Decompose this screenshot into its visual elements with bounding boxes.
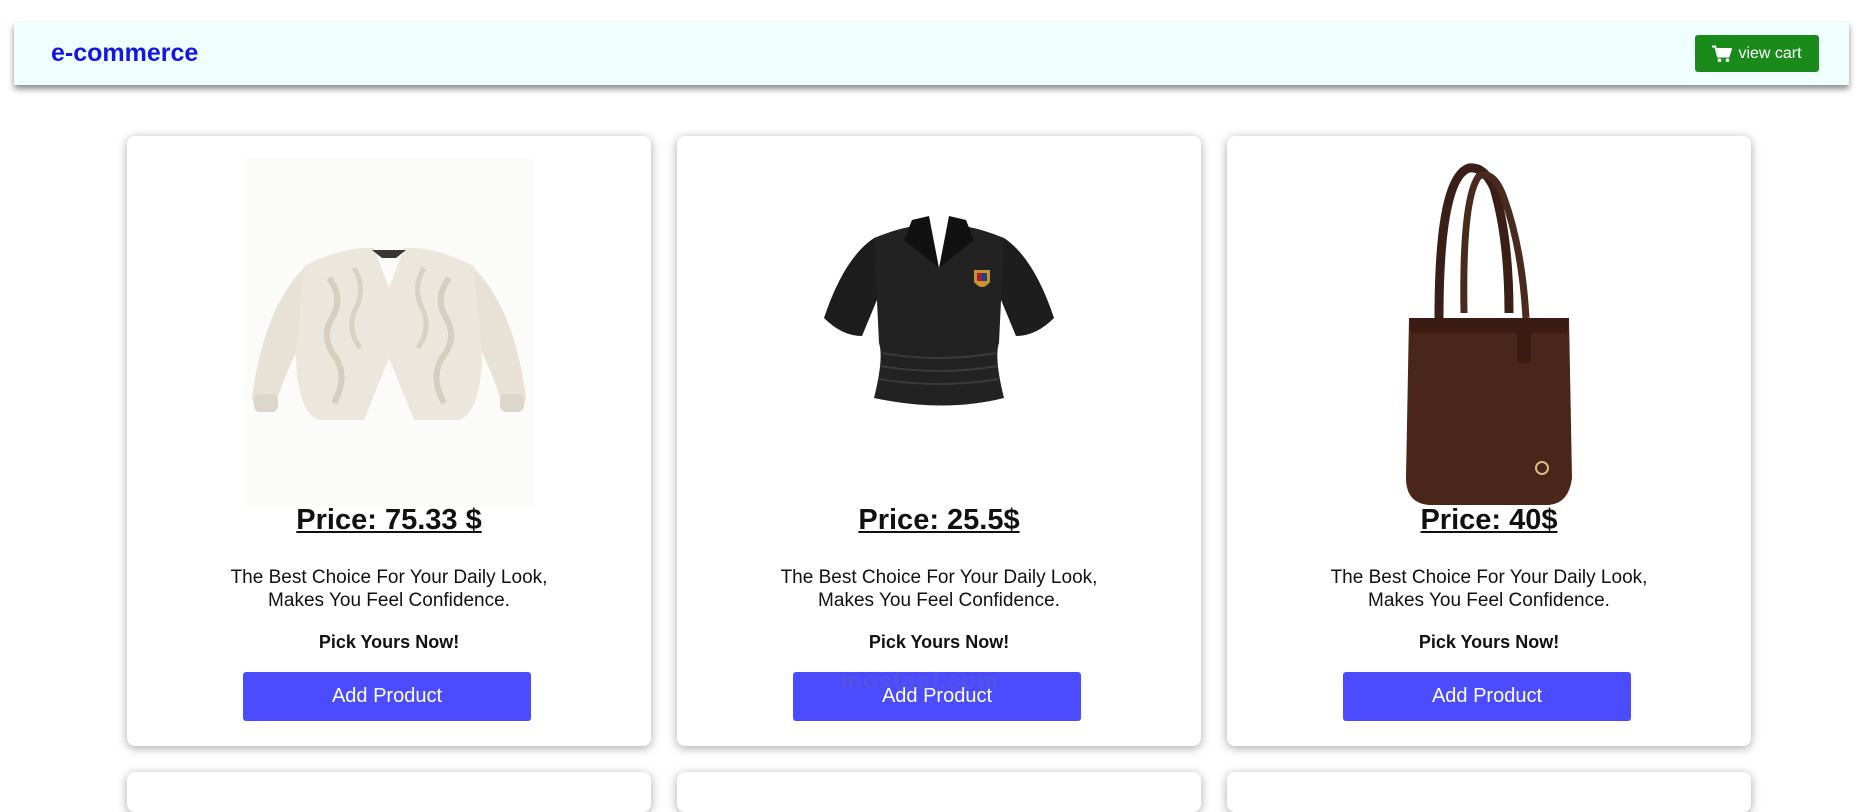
- product-image: [1227, 158, 1751, 508]
- product-price: Price: 75.33 $: [296, 504, 482, 536]
- product-image: [677, 158, 1201, 508]
- description-line: Makes You Feel Confidence.: [818, 590, 1060, 611]
- add-product-button[interactable]: Add Product: [243, 672, 531, 721]
- description-line: Makes You Feel Confidence.: [1368, 590, 1610, 611]
- view-cart-label: view cart: [1738, 44, 1802, 62]
- polo-shirt-image: [794, 158, 1084, 508]
- description-line: The Best Choice For Your Daily Look,: [230, 567, 548, 588]
- description-line: The Best Choice For Your Daily Look,: [1330, 567, 1648, 588]
- tote-bag-image: [1344, 158, 1634, 508]
- product-image: [127, 158, 651, 508]
- product-card: Price: 75.33 $ The Best Choice For Your …: [127, 136, 651, 746]
- product-description: The Best Choice For Your Daily Look, Mak…: [677, 566, 1201, 612]
- product-card: Price: 25.5$ The Best Choice For Your Da…: [677, 136, 1201, 746]
- add-product-button[interactable]: Add Product: [793, 672, 1081, 721]
- product-card-partial: [127, 772, 651, 812]
- description-line: Makes You Feel Confidence.: [268, 590, 510, 611]
- product-cta-text: Pick Yours Now!: [318, 632, 460, 652]
- product-card: Price: 40$ The Best Choice For Your Dail…: [1227, 136, 1751, 746]
- description-line: The Best Choice For Your Daily Look,: [780, 567, 1098, 588]
- cart-icon: [1712, 45, 1733, 62]
- product-price: Price: 25.5$: [858, 504, 1020, 536]
- product-cta-text: Pick Yours Now!: [1418, 632, 1560, 652]
- product-cta-text: Pick Yours Now!: [868, 632, 1010, 652]
- view-cart-button[interactable]: view cart: [1695, 35, 1819, 72]
- brand-logo[interactable]: e-commerce: [51, 39, 198, 68]
- product-price: Price: 40$: [1420, 504, 1558, 536]
- product-description: The Best Choice For Your Daily Look, Mak…: [1227, 566, 1751, 612]
- add-product-button[interactable]: Add Product: [1343, 672, 1631, 721]
- product-card-partial: [1227, 772, 1751, 812]
- product-card-partial: [677, 772, 1201, 812]
- product-description: The Best Choice For Your Daily Look, Mak…: [127, 566, 651, 612]
- navbar: e-commerce view cart: [14, 22, 1849, 85]
- cardigan-image: [244, 158, 534, 508]
